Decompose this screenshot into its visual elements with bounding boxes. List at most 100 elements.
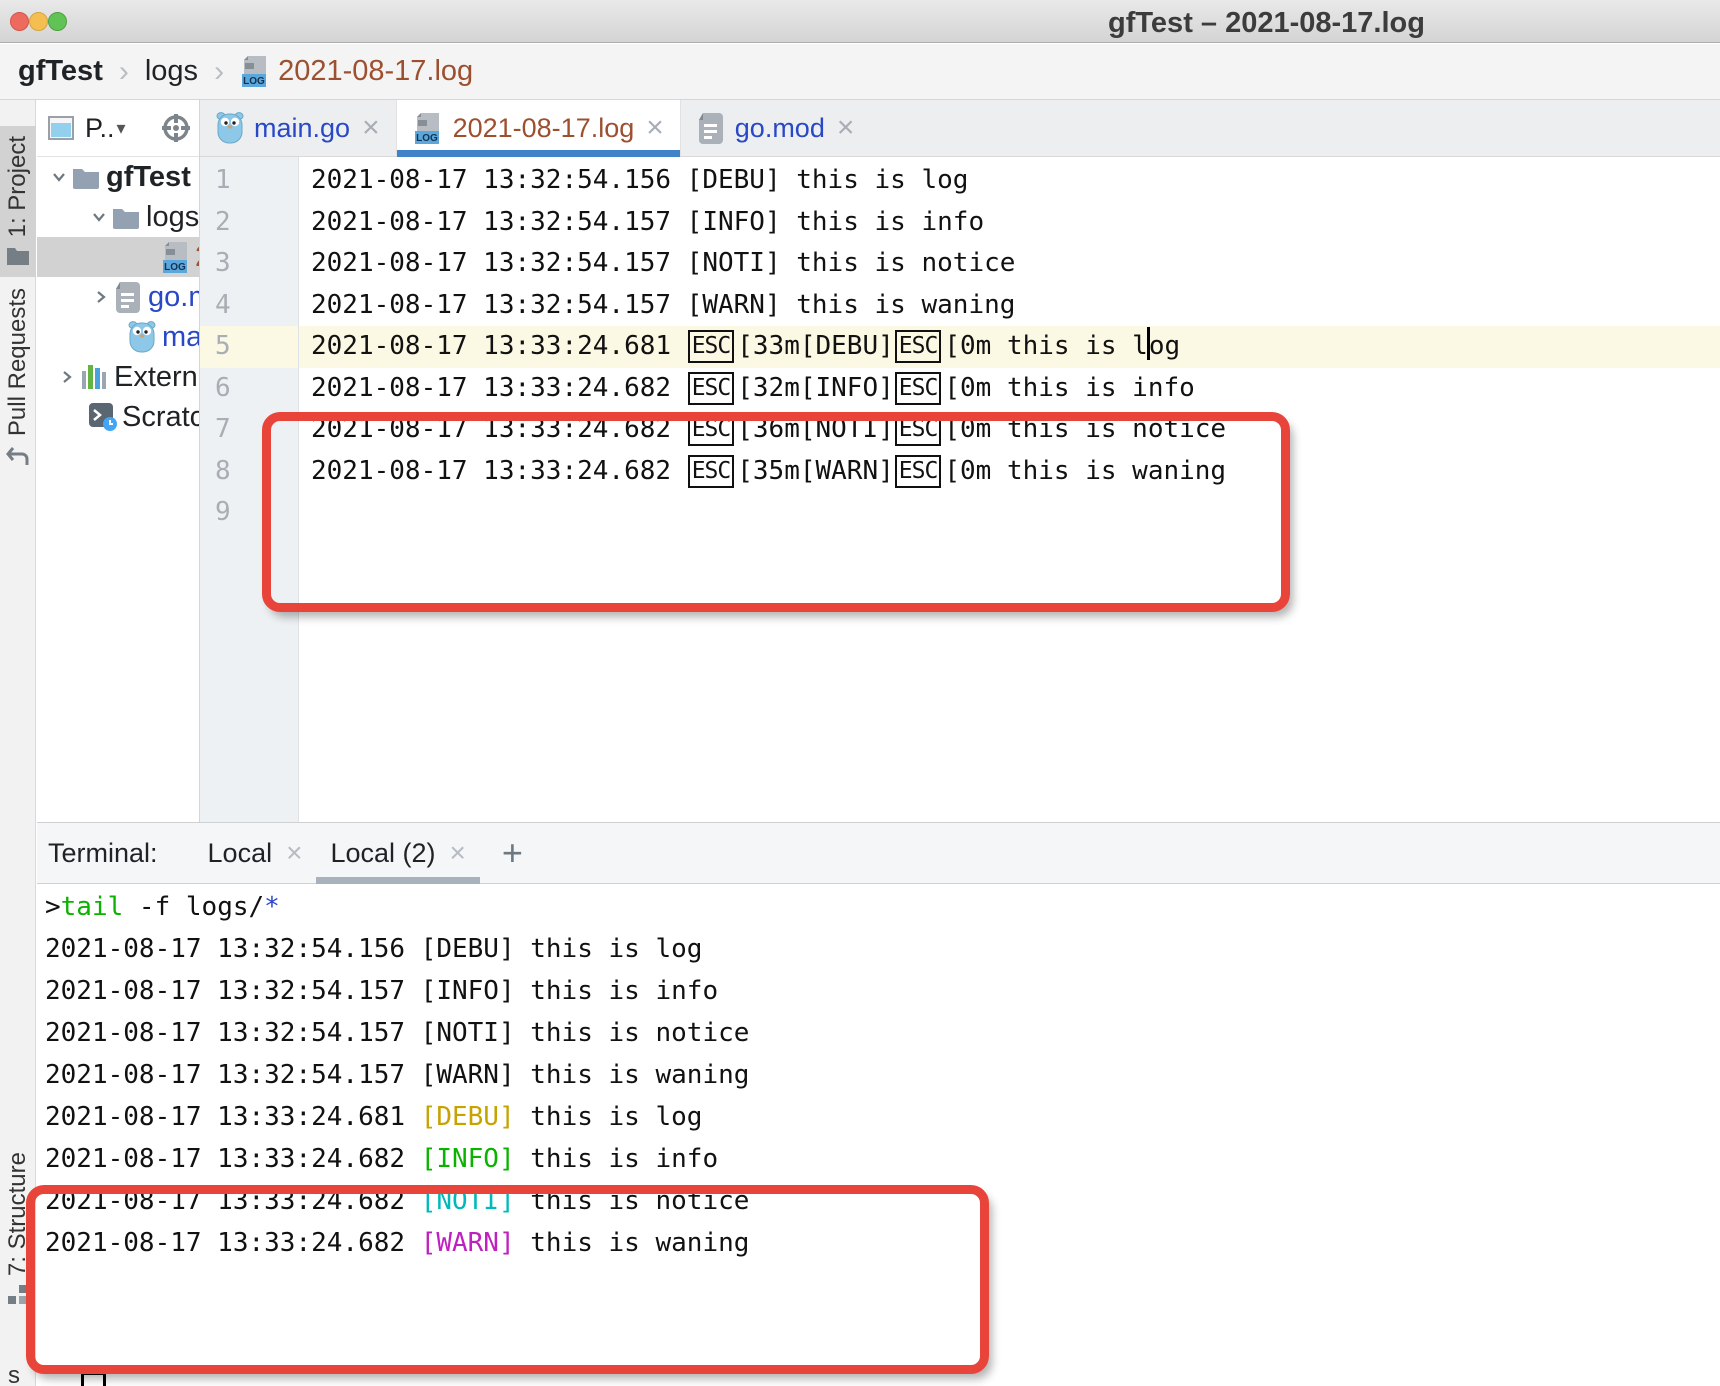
tool-button-structure[interactable]: 7: Structure (0, 1152, 36, 1306)
terminal-tab-label: Local (2) (330, 838, 435, 869)
terminal-tab-local-2[interactable]: Local (2) × (316, 822, 479, 884)
terminal-text-glob_star: * (264, 892, 280, 922)
tree-item-go-mod[interactable]: go.mod (37, 277, 199, 317)
ide-window: gfTest – 2021-08-17.log gfTest › logs › … (0, 0, 1720, 1386)
editor-tab-label: 2021-08-17.log (453, 113, 635, 144)
terminal-line: 2021-08-17 13:32:54.157 [INFO] this is i… (45, 970, 1720, 1012)
code-line[interactable] (299, 492, 1720, 534)
code-line[interactable]: 2021-08-17 13:33:24.682 ESC[35m[WARN]ESC… (299, 451, 1720, 493)
tree-item-label: main.go (162, 321, 199, 354)
tree-item-label: gfTest (106, 161, 191, 194)
log-file-icon: LOG (161, 241, 195, 274)
breadcrumb-file[interactable]: 2021-08-17.log (278, 55, 473, 88)
terminal-text-command: tail (61, 892, 124, 922)
svg-text:LOG: LOG (416, 133, 438, 144)
chevron-down-icon[interactable] (86, 208, 112, 226)
terminal-text: 2021-08-17 13:32:54.157 [NOTI] this is n… (45, 1018, 749, 1048)
tool-button-project-label: 1: Project (4, 136, 32, 237)
chevron-right-icon[interactable] (54, 368, 80, 386)
tree-item-label: Scratches and Consoles (122, 401, 199, 434)
terminal-text: 2021-08-17 13:33:24.682 (45, 1186, 421, 1216)
code-line[interactable]: 2021-08-17 13:33:24.681 ESC[33m[DEBU]ESC… (299, 326, 1720, 368)
line-number: 2 (200, 202, 298, 244)
escape-char-box: ESC (895, 330, 942, 363)
go-file-icon (697, 112, 725, 145)
code-line[interactable]: 2021-08-17 13:32:54.157 [WARN] this is w… (299, 285, 1720, 327)
editor-tab-main-go[interactable]: main.go × (200, 100, 396, 156)
gopher-icon (216, 112, 244, 144)
editor-gutter: 123456789 (200, 157, 299, 822)
terminal-text: 2021-08-17 13:33:24.682 (45, 1144, 421, 1174)
editor-tab-go-mod[interactable]: go.mod× (681, 100, 871, 156)
code-line[interactable]: 2021-08-17 13:32:54.157 [INFO] this is i… (299, 202, 1720, 244)
project-tool-icon (6, 245, 30, 267)
chevron-down-icon[interactable] (46, 168, 72, 186)
line-number: 4 (200, 285, 298, 327)
project-panel-header: P.. ▾ (37, 100, 199, 157)
line-number: 9 (200, 492, 298, 534)
code-line[interactable]: 2021-08-17 13:33:24.682 ESC[36m[NOTI]ESC… (299, 409, 1720, 451)
breadcrumb-project[interactable]: gfTest (18, 55, 103, 88)
terminal-text: 2021-08-17 13:33:24.682 (45, 1228, 421, 1258)
terminal-text: this is info (515, 1144, 719, 1174)
editor-tab-2021-08-17-log[interactable]: LOG 2021-08-17.log × (396, 100, 681, 156)
tool-button-pull-requests[interactable]: Pull Requests (0, 288, 36, 468)
breadcrumb-folder[interactable]: logs (145, 55, 198, 88)
close-icon[interactable]: × (286, 837, 302, 869)
text-caret (1147, 327, 1150, 360)
terminal-cursor (81, 1372, 106, 1386)
terminal-header: Terminal: Local × Local (2) × + (37, 822, 1720, 884)
tree-item-scratches-and-consoles[interactable]: Scratches and Consoles (37, 397, 199, 437)
close-window-button[interactable] (10, 12, 29, 31)
terminal-text: 2021-08-17 13:32:54.157 [WARN] this is w… (45, 1060, 749, 1090)
tree-item-2021-08-17-log[interactable]: LOG2021-08-17.log (37, 237, 199, 277)
tree-item-main-go[interactable]: main.go (37, 317, 199, 357)
chevron-down-icon[interactable]: ▾ (117, 118, 126, 139)
tool-button-partial-label[interactable]: s (8, 1362, 20, 1386)
tool-button-structure-label: 7: Structure (4, 1152, 32, 1276)
window-title: gfTest – 2021-08-17.log (1108, 7, 1425, 40)
terminal-line: 2021-08-17 13:32:54.157 [NOTI] this is n… (45, 1012, 1720, 1054)
code-line[interactable]: 2021-08-17 13:32:54.156 [DEBU] this is l… (299, 160, 1720, 202)
terminal-text: this is waning (515, 1228, 750, 1258)
chevron-right-icon[interactable] (88, 288, 114, 306)
go-file-icon (114, 281, 148, 314)
terminal-line: 2021-08-17 13:33:24.681 [DEBU] this is l… (45, 1096, 1720, 1138)
zoom-window-button[interactable] (48, 12, 67, 31)
code-line[interactable]: 2021-08-17 13:32:54.157 [NOTI] this is n… (299, 243, 1720, 285)
editor-zone: main.go×LOG2021-08-17.log×go.mod× 123456… (199, 100, 1720, 822)
tool-button-project[interactable]: 1: Project (0, 126, 36, 277)
line-number: 1 (200, 160, 298, 202)
terminal-panel: Terminal: Local × Local (2) × + >tail -f… (37, 822, 1720, 1386)
structure-icon (7, 1284, 29, 1306)
terminal-line: 2021-08-17 13:32:54.156 [DEBU] this is l… (45, 928, 1720, 970)
line-number: 6 (200, 368, 298, 410)
terminal-output[interactable]: >tail -f logs/*2021-08-17 13:32:54.156 [… (37, 884, 1720, 1264)
main-area: 1: Project Pull Requests 7: Structure s … (0, 100, 1720, 1386)
close-icon[interactable]: × (362, 111, 380, 145)
terminal-line: 2021-08-17 13:33:24.682 [WARN] this is w… (45, 1222, 1720, 1264)
close-icon[interactable]: × (646, 111, 664, 145)
terminal-text: this is log (515, 1102, 703, 1132)
tree-item-gftest[interactable]: gfTest (37, 157, 199, 197)
project-panel-title[interactable]: P.. (85, 113, 115, 144)
tree-item-label: External Libraries (114, 361, 199, 394)
close-icon[interactable]: × (837, 111, 855, 145)
terminal-line: 2021-08-17 13:33:24.682 [NOTI] this is n… (45, 1180, 1720, 1222)
close-icon[interactable]: × (449, 837, 465, 869)
tree-item-external-libraries[interactable]: External Libraries (37, 357, 199, 397)
breadcrumb-separator: › (119, 55, 129, 89)
crosshair-target-icon[interactable] (161, 113, 191, 143)
editor-tab-label: main.go (254, 113, 350, 144)
tree-item-logs[interactable]: logs (37, 197, 199, 237)
code-line[interactable]: 2021-08-17 13:33:24.682 ESC[32m[INFO]ESC… (299, 368, 1720, 410)
terminal-tab-local[interactable]: Local × (194, 822, 317, 884)
minimize-window-button[interactable] (29, 12, 48, 31)
pull-request-icon (5, 444, 31, 468)
title-bar: gfTest – 2021-08-17.log (0, 0, 1720, 43)
project-view-icon[interactable] (47, 115, 75, 141)
terminal-line: 2021-08-17 13:32:54.157 [WARN] this is w… (45, 1054, 1720, 1096)
terminal-line: >tail -f logs/* (45, 886, 1720, 928)
new-terminal-session-button[interactable]: + (502, 832, 523, 874)
editor-code-area[interactable]: 2021-08-17 13:32:54.156 [DEBU] this is l… (299, 157, 1720, 822)
